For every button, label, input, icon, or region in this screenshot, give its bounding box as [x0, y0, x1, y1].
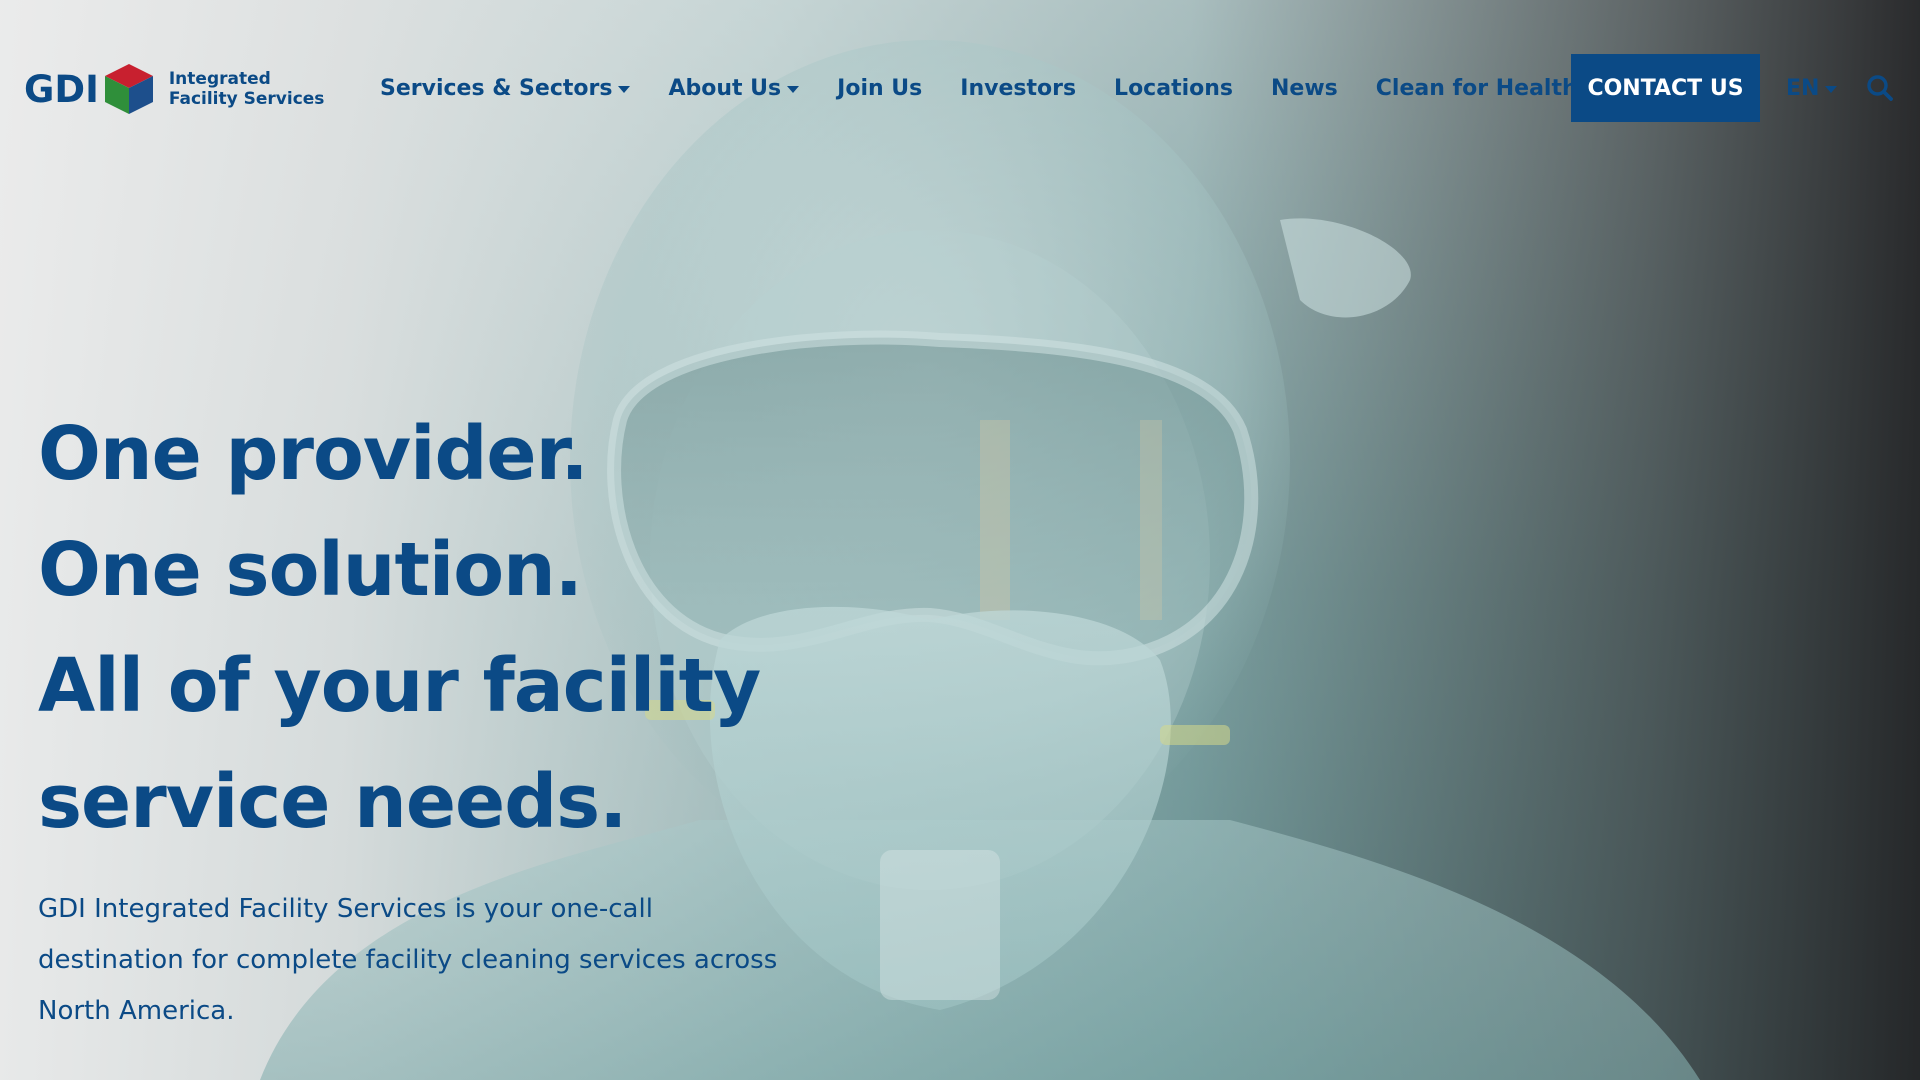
nav-item-label: News — [1271, 75, 1338, 101]
nav-item-investors[interactable]: Investors — [960, 76, 1076, 101]
hero-headline-line: All of your facility — [38, 643, 761, 729]
logo-tagline-line1: Integrated — [168, 69, 271, 89]
nav-item-label: Investors — [960, 75, 1077, 101]
nav-item-label: Services & Sectors — [380, 75, 613, 101]
site-header: GDI Integrated Facility Services Service… — [0, 0, 1920, 170]
contact-us-button[interactable]: CONTACT US — [1571, 54, 1760, 122]
hero-intro-text: GDI Integrated Facility Services is your… — [38, 894, 778, 1026]
nav-item-label: Clean for Health — [1375, 75, 1578, 101]
hero-headline-line: service needs. — [38, 759, 627, 845]
language-selector[interactable]: EN — [1786, 54, 1838, 122]
main-navigation: Services & Sectors About Us Join Us Inve… — [380, 54, 1633, 122]
nav-item-clean-for-health[interactable]: Clean for Health ↗ — [1376, 76, 1596, 101]
chevron-down-icon — [787, 85, 800, 93]
page: GDI Integrated Facility Services Service… — [0, 0, 1920, 1080]
nav-item-label: About Us — [668, 75, 782, 101]
logo-wordmark: GDI — [24, 67, 99, 111]
nav-item-news[interactable]: News — [1271, 76, 1338, 101]
logo-tagline: Integrated Facility Services — [169, 69, 325, 109]
hero-headline-line: One solution. — [38, 527, 583, 613]
nav-item-services-sectors[interactable]: Services & Sectors — [380, 75, 631, 101]
chevron-down-icon — [618, 85, 631, 93]
chevron-down-icon — [1825, 85, 1838, 93]
logo-tagline-line2: Facility Services — [168, 89, 325, 109]
nav-item-locations[interactable]: Locations — [1114, 76, 1233, 101]
hero-headline: One provider. One solution. All of your … — [38, 396, 858, 860]
nav-item-about-us[interactable]: About Us — [668, 75, 800, 101]
gdi-cube-icon — [104, 64, 153, 114]
nav-item-join-us[interactable]: Join Us — [837, 76, 922, 101]
gdi-logo[interactable]: GDI Integrated Facility Services — [24, 62, 324, 116]
language-label: EN — [1786, 75, 1820, 101]
search-icon[interactable] — [1866, 74, 1894, 102]
hero-headline-line: One provider. — [38, 411, 589, 497]
nav-item-label: Join Us — [837, 75, 923, 101]
nav-item-label: Locations — [1114, 75, 1233, 101]
